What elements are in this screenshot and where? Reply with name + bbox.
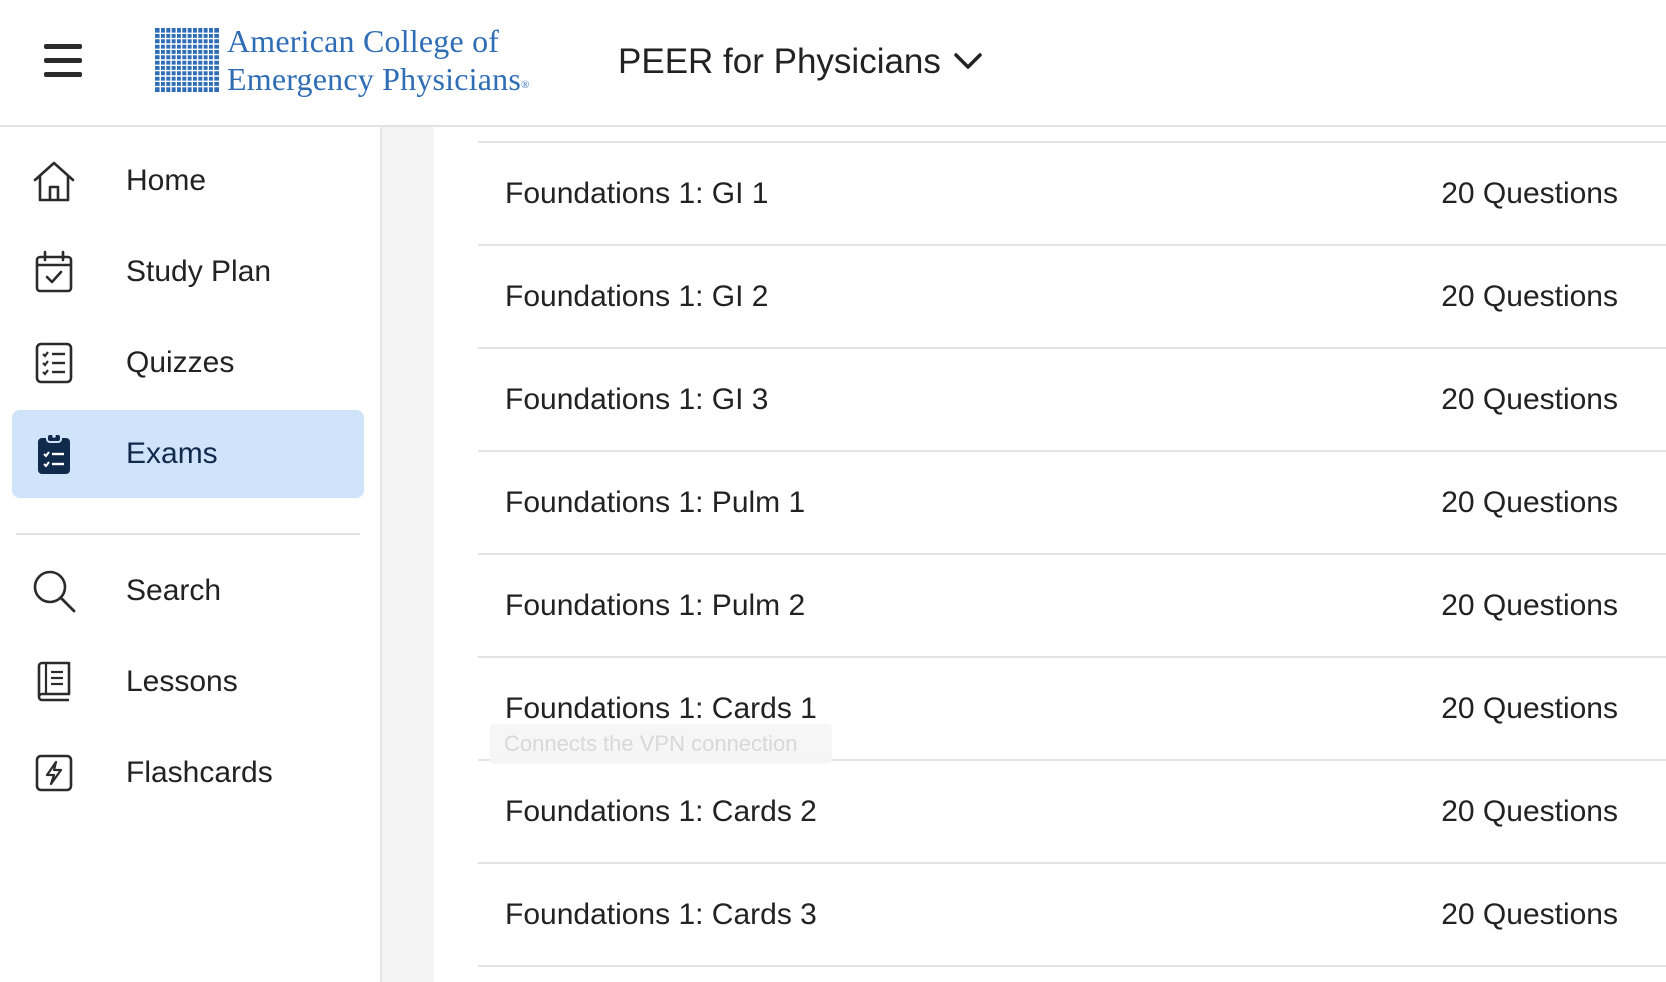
tooltip: Connects the VPN connection	[490, 724, 832, 764]
sidebar-item-label: Study Plan	[126, 255, 272, 288]
logo-line1: American College of	[227, 23, 500, 59]
registered-mark: ®	[521, 79, 530, 91]
sidebar-item-flashcards[interactable]: Flashcards	[12, 729, 364, 817]
product-title: PEER for Physicians	[618, 42, 941, 81]
exam-title: Foundations 1: Pulm 1	[505, 485, 806, 519]
sidebar-item-home[interactable]: Home	[12, 137, 364, 225]
exam-title: Foundations 1: Cards 1	[505, 691, 817, 725]
question-count: 20 Questions	[1441, 485, 1618, 519]
nav-divider	[16, 533, 360, 535]
exam-row[interactable]: Foundations 1: Cards 3 20 Questions	[478, 864, 1666, 967]
content-gutter	[382, 127, 434, 982]
hamburger-menu-icon[interactable]	[44, 44, 82, 78]
question-count: 20 Questions	[1441, 794, 1618, 828]
exam-title: Foundations 1: GI 2	[505, 279, 769, 313]
sidebar-item-label: Quizzes	[126, 346, 235, 379]
sidebar-item-lessons[interactable]: Lessons	[12, 638, 364, 726]
sidebar-item-label: Search	[126, 574, 222, 607]
exam-title: Foundations 1: GI 3	[505, 382, 769, 416]
sidebar-item-label: Lessons	[126, 665, 238, 698]
sidebar-item-label: Home	[126, 164, 207, 197]
exam-title: Foundations 1: Cards 3	[505, 897, 817, 931]
calendar-check-icon	[30, 248, 78, 296]
flashcard-bolt-icon	[30, 749, 78, 797]
exam-row[interactable]: Foundations 1: GI 2 20 Questions	[478, 246, 1666, 349]
exam-title: Foundations 1: Pulm 2	[505, 588, 806, 622]
checklist-icon	[30, 339, 78, 387]
exam-title: Foundations 1: Cards 2	[505, 794, 817, 828]
clipboard-check-icon	[30, 430, 78, 478]
exam-row[interactable]: Foundations 1: Pulm 2 20 Questions	[478, 555, 1666, 658]
exam-row[interactable]: Foundations 1: GI 1 20 Questions	[478, 143, 1666, 246]
sidebar-item-study-plan[interactable]: Study Plan	[12, 228, 364, 316]
logo-grid-icon	[155, 28, 219, 92]
question-count: 20 Questions	[1441, 588, 1618, 622]
sidebar-item-label: Flashcards	[126, 756, 273, 789]
question-count: 20 Questions	[1441, 382, 1618, 416]
sidebar-item-label: Exams	[126, 437, 218, 470]
sidebar-item-quizzes[interactable]: Quizzes	[12, 319, 364, 407]
acep-logo[interactable]: American College of Emergency Physicians…	[155, 22, 530, 98]
exam-title: Foundations 1: GI 1	[505, 176, 769, 210]
product-selector[interactable]: PEER for Physicians	[618, 42, 983, 82]
question-count: 20 Questions	[1441, 279, 1618, 313]
logo-text: American College of Emergency Physicians…	[227, 22, 530, 98]
book-icon	[30, 658, 78, 706]
sidebar-nav: Home Study Plan Quizzes Exams Search Les…	[0, 127, 382, 982]
logo-line2: Emergency Physicians	[227, 61, 522, 97]
chevron-down-icon	[954, 53, 982, 69]
exam-row[interactable]: Foundations 1: Pulm 1 20 Questions	[478, 452, 1666, 555]
search-icon	[30, 567, 78, 615]
exam-list: Foundations 1: GI 1 20 Questions Foundat…	[434, 127, 1666, 982]
top-header: American College of Emergency Physicians…	[0, 0, 1666, 127]
sidebar-item-search[interactable]: Search	[12, 547, 364, 635]
sidebar-item-exams[interactable]: Exams	[12, 410, 364, 498]
exam-row[interactable]: Foundations 1: Cards 2 20 Questions	[478, 761, 1666, 864]
home-icon	[30, 157, 78, 205]
question-count: 20 Questions	[1441, 176, 1618, 210]
question-count: 20 Questions	[1441, 691, 1618, 725]
question-count: 20 Questions	[1441, 897, 1618, 931]
exam-row[interactable]: Foundations 1: GI 3 20 Questions	[478, 349, 1666, 452]
